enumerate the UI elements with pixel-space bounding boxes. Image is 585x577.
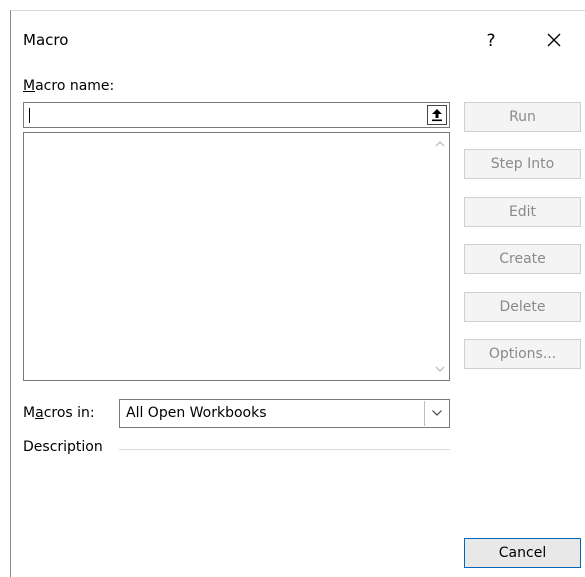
macros-in-dropdown-button[interactable]: [424, 401, 448, 426]
description-divider: [119, 449, 450, 450]
collapse-dialog-button[interactable]: [427, 105, 447, 125]
macros-in-label: Macros in:: [23, 405, 95, 421]
macro-dialog: Macro ? Macro name: Run Step Into Edit C…: [10, 10, 585, 577]
scroll-down-button[interactable]: [431, 360, 449, 378]
macro-name-input[interactable]: [27, 105, 412, 125]
help-button[interactable]: ?: [479, 27, 503, 55]
text-caret: [29, 108, 30, 123]
create-button[interactable]: Create: [464, 244, 581, 274]
edit-button[interactable]: Edit: [464, 197, 581, 227]
cancel-button[interactable]: Cancel: [464, 538, 581, 568]
dialog-title: Macro: [23, 31, 69, 49]
run-button[interactable]: Run: [464, 102, 581, 132]
chevron-down-icon: [431, 410, 442, 416]
close-icon: [547, 33, 561, 47]
macros-in-select[interactable]: All Open Workbooks: [119, 399, 450, 428]
upload-arrow-icon: [432, 109, 442, 122]
macro-name-label: Macro name:: [23, 78, 115, 94]
step-into-button[interactable]: Step Into: [464, 149, 581, 179]
close-button[interactable]: [539, 25, 569, 55]
description-label: Description: [23, 439, 103, 455]
chevron-down-icon: [435, 366, 445, 372]
chevron-up-icon: [435, 141, 445, 147]
macros-in-selected-value: All Open Workbooks: [126, 405, 267, 421]
options-button[interactable]: Options...: [464, 339, 581, 369]
macro-name-field[interactable]: [23, 102, 450, 128]
delete-button[interactable]: Delete: [464, 292, 581, 322]
scroll-up-button[interactable]: [431, 135, 449, 153]
macro-list[interactable]: [23, 132, 450, 381]
